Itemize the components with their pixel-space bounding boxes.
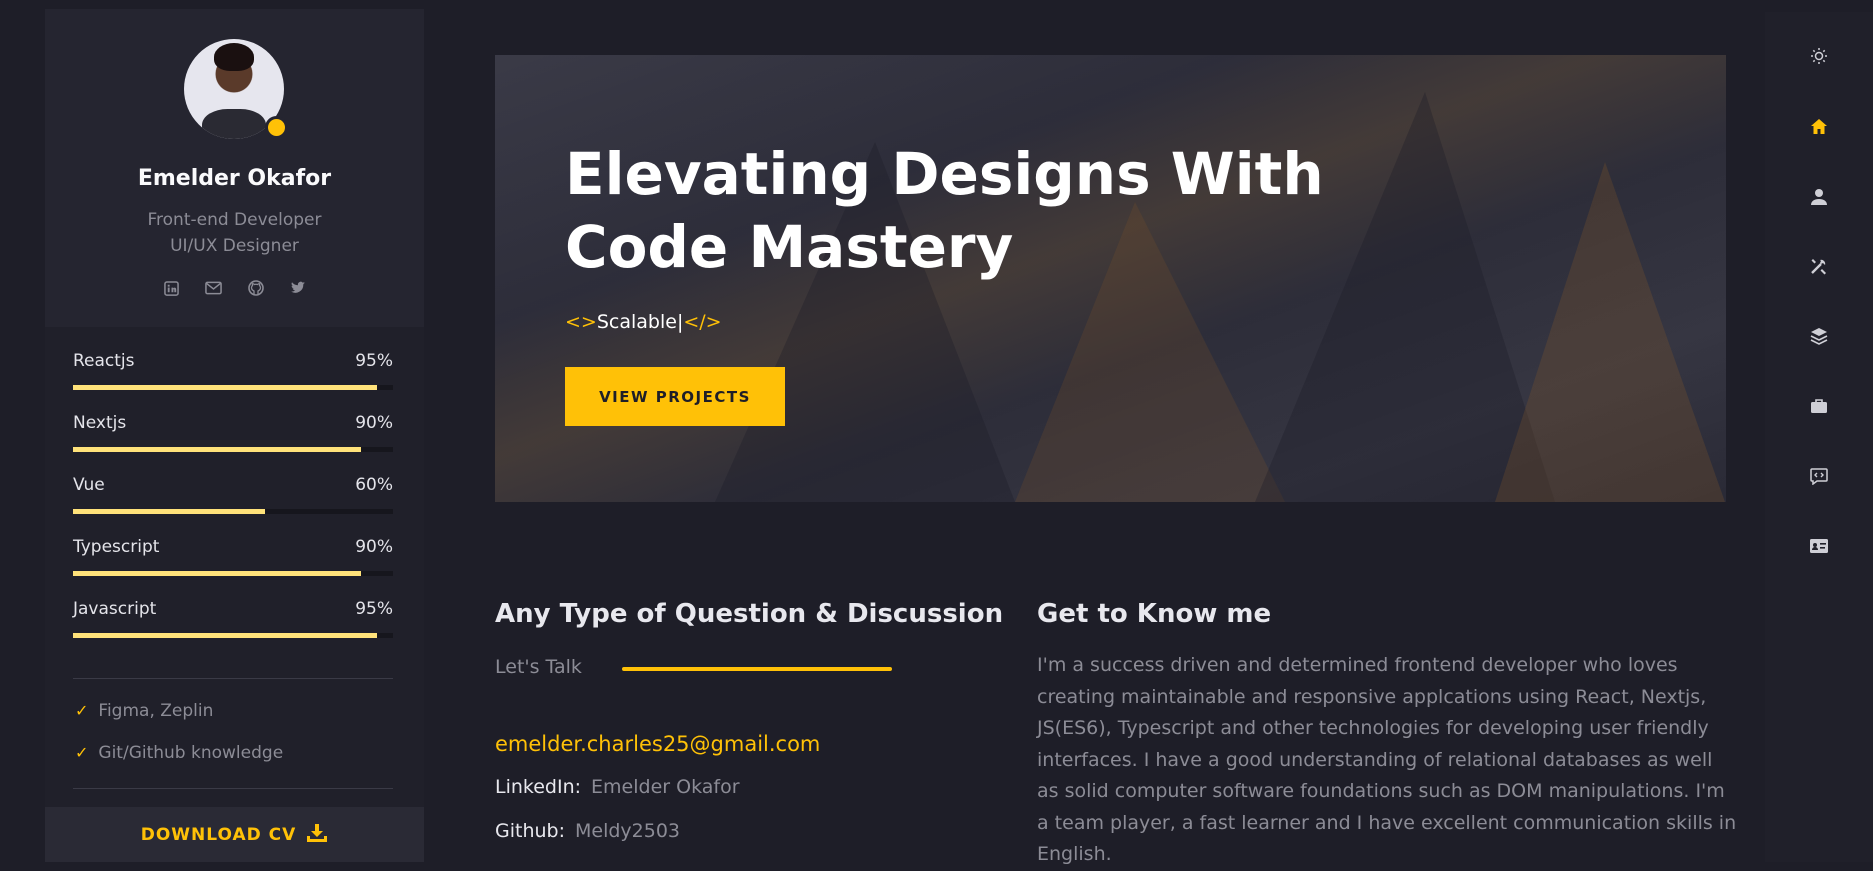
right-nav	[1765, 12, 1873, 862]
download-cv-label: DOWNLOAD CV	[140, 824, 297, 845]
skill-item: Typescript 90%	[73, 537, 393, 599]
skill-item: Reactjs 95%	[73, 351, 393, 413]
home-icon[interactable]	[1802, 109, 1836, 143]
skill-item: Javascript 95%	[73, 599, 393, 661]
sun-icon[interactable]	[1802, 39, 1836, 73]
mail-icon[interactable]	[205, 279, 223, 297]
skill-label: Javascript	[73, 599, 157, 619]
github-icon[interactable]	[247, 279, 265, 297]
linkedin-link[interactable]: Emelder Okafor	[591, 776, 739, 798]
skill-bar	[73, 509, 393, 514]
mountain-shape	[1495, 162, 1725, 502]
tools-icon[interactable]	[1802, 249, 1836, 283]
email-link[interactable]: emelder.charles25@gmail.com	[495, 732, 820, 756]
skill-label: Reactjs	[73, 351, 135, 371]
social-links	[45, 279, 424, 297]
online-status-dot	[265, 116, 288, 139]
skill-bar	[73, 385, 393, 390]
role-primary: Front-end Developer	[147, 210, 322, 230]
skill-label: Nextjs	[73, 413, 127, 433]
profile-card: Emelder Okafor Front-end Developer UI/UX…	[45, 9, 424, 327]
about-heading: Get to Know me	[1037, 599, 1272, 629]
skill-percent: 90%	[355, 537, 393, 557]
skill-bar-fill	[73, 571, 361, 576]
profile-name: Emelder Okafor	[137, 166, 332, 191]
linkedin-row: LinkedIn: Emelder Okafor	[495, 776, 740, 798]
skill-bar	[73, 447, 393, 452]
skill-label: Typescript	[73, 537, 160, 557]
skill-percent: 95%	[355, 351, 393, 371]
divider	[73, 678, 393, 679]
layers-icon[interactable]	[1802, 319, 1836, 353]
extra-skill-item: ✓ Figma, Zeplin	[75, 701, 214, 721]
skill-bar	[73, 571, 393, 576]
chat-code-icon[interactable]	[1802, 459, 1836, 493]
check-icon: ✓	[75, 701, 89, 720]
user-icon[interactable]	[1802, 179, 1836, 213]
skill-percent: 90%	[355, 413, 393, 433]
linkedin-icon[interactable]	[163, 279, 181, 297]
about-text: I'm a success driven and determined fron…	[1037, 654, 1737, 865]
skill-bar-fill	[73, 447, 361, 452]
skill-percent: 60%	[355, 475, 393, 495]
skill-label: Vue	[73, 475, 105, 495]
main-content: Elevating Designs With Code Mastery <>Sc…	[459, 12, 1765, 865]
github-row: Github: Meldy2503	[495, 820, 681, 842]
divider	[73, 788, 393, 789]
skill-bar-fill	[73, 633, 377, 638]
briefcase-icon[interactable]	[1802, 389, 1836, 423]
role-secondary: UI/UX Designer	[170, 236, 299, 256]
skill-bar	[73, 633, 393, 638]
skill-bar-fill	[73, 385, 377, 390]
view-projects-button[interactable]: VIEW PROJECTS	[565, 367, 785, 426]
contact-heading: Any Type of Question & Discussion	[495, 599, 1004, 629]
github-link[interactable]: Meldy2503	[575, 820, 680, 842]
skill-bar-fill	[73, 509, 265, 514]
skills-list: Reactjs 95% Nextjs 90% Vue 60% Typescrip…	[73, 351, 393, 661]
extra-skill-item: ✓ Git/Github knowledge	[75, 743, 284, 763]
check-icon: ✓	[75, 743, 89, 762]
skill-item: Nextjs 90%	[73, 413, 393, 475]
contact-card-icon[interactable]	[1802, 529, 1836, 563]
hero-banner: Elevating Designs With Code Mastery <>Sc…	[495, 55, 1726, 502]
accent-line	[622, 667, 892, 671]
skill-percent: 95%	[355, 599, 393, 619]
hero-title: Elevating Designs With Code Mastery	[565, 140, 1324, 281]
download-icon	[306, 823, 328, 847]
profile-sidebar: Emelder Okafor Front-end Developer UI/UX…	[45, 9, 424, 862]
download-cv-button[interactable]: DOWNLOAD CV	[45, 807, 424, 862]
twitter-icon[interactable]	[289, 279, 307, 297]
typed-text: <>Scalable|</>	[565, 311, 722, 333]
skill-item: Vue 60%	[73, 475, 393, 537]
lets-talk-label: Let's Talk	[495, 656, 582, 678]
